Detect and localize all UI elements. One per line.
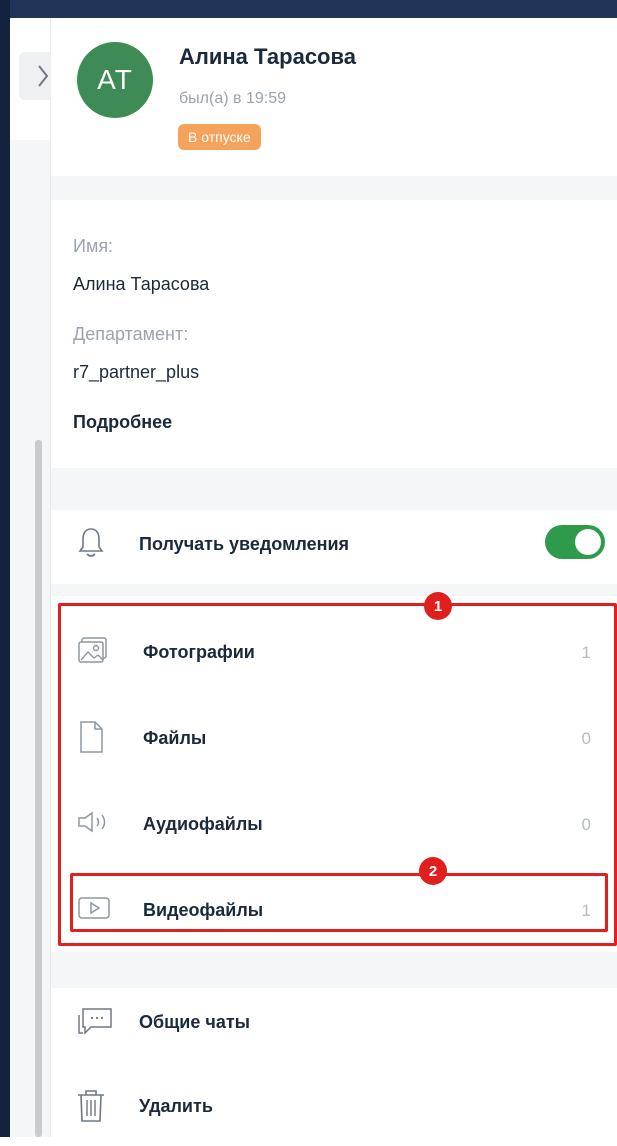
notifications-label: Получать уведомления: [139, 534, 350, 554]
contact-info-panel: AT Алина Тарасова был(а) в 19:59 В отпус…: [51, 18, 617, 1137]
chevron-right-icon: [38, 65, 49, 87]
department-value: r7_partner_plus: [73, 362, 200, 382]
scrollbar-thumb[interactable]: [35, 440, 42, 1137]
toggle-knob: [575, 529, 601, 555]
name-label: Имя:: [73, 236, 114, 256]
window-top-border: [0, 0, 617, 18]
trash-icon: [75, 1088, 107, 1129]
department-label: Департамент:: [73, 324, 189, 344]
section-spacer: [51, 468, 617, 510]
profile-header: AT Алина Тарасова был(а) в 19:59 В отпус…: [51, 18, 617, 176]
contact-name: Алина Тарасова: [179, 44, 356, 69]
action-label: Удалить: [139, 1096, 213, 1116]
window-left-border: [0, 0, 10, 1137]
callout-marker-2: 2: [419, 857, 447, 885]
avatar[interactable]: AT: [77, 42, 153, 118]
notifications-toggle[interactable]: [545, 525, 605, 559]
bell-icon: [77, 526, 105, 565]
section-spacer: [51, 584, 617, 596]
callout-box-video-item: [70, 873, 608, 932]
name-value: Алина Тарасова: [73, 274, 210, 294]
contact-details: Имя: Алина Тарасова Департамент: r7_part…: [51, 200, 617, 468]
delete-button[interactable]: Удалить: [51, 1072, 617, 1146]
chat-icon: [75, 1006, 115, 1045]
last-seen-status: был(а) в 19:59: [179, 90, 286, 107]
action-label: Общие чаты: [139, 1012, 251, 1032]
notifications-row: Получать уведомления: [51, 510, 617, 584]
section-spacer: [51, 176, 617, 200]
section-spacer: [51, 952, 617, 988]
status-badge: В отпуске: [178, 124, 261, 150]
common-chats-button[interactable]: Общие чаты: [51, 988, 617, 1062]
callout-marker-1: 1: [424, 592, 452, 620]
contact-actions: Общие чаты Удалить: [51, 988, 617, 1137]
more-details-link[interactable]: Подробнее: [73, 412, 172, 433]
left-strip-background: [10, 140, 50, 1137]
